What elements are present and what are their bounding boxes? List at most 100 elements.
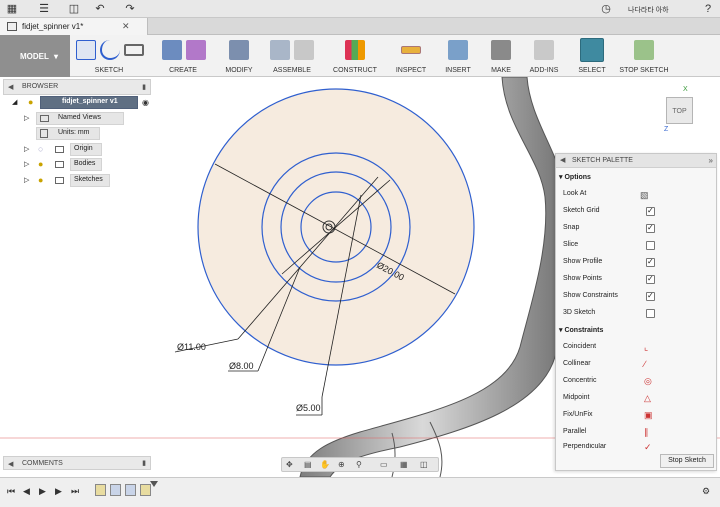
help-icon[interactable]: ?	[702, 3, 714, 15]
select-group[interactable]: SELECT	[574, 35, 610, 77]
constraint-fix-unfix[interactable]: Fix/UnFix ▣	[563, 410, 713, 423]
constraint-collinear[interactable]: Collinear ∕	[563, 359, 713, 372]
option-snap[interactable]: Snap	[563, 223, 713, 236]
expand-icon[interactable]: ▷	[24, 160, 29, 168]
constraints-section[interactable]: ▾ Constraints	[559, 326, 603, 334]
stop-sketch-group[interactable]: STOP SKETCH	[616, 35, 672, 77]
panel-toggle-icon[interactable]: ▮	[142, 459, 146, 467]
orbit-icon[interactable]: ✥	[286, 460, 293, 469]
construct-group[interactable]: CONSTRUCT	[328, 35, 382, 77]
parallel-icon[interactable]: ∥	[644, 427, 649, 438]
user-name[interactable]: 나다라타 아하	[628, 5, 669, 15]
constraint-perpendicular[interactable]: Perpendicular ✓	[563, 443, 713, 451]
play-icon[interactable]: ▶	[39, 486, 46, 497]
step-forward-icon[interactable]: ▶	[55, 486, 62, 497]
slice-checkbox[interactable]	[646, 241, 655, 250]
go-to-end-icon[interactable]: ⏭	[71, 486, 79, 497]
perpendicular-icon[interactable]: ✓	[644, 443, 652, 451]
timeline-feature-sketch[interactable]	[95, 484, 106, 496]
expand-panel-icon[interactable]: »	[709, 156, 713, 165]
browser-item-units[interactable]: Units: mm	[22, 127, 142, 140]
modify-group[interactable]: MODIFY	[218, 35, 260, 77]
expand-icon[interactable]: ◢	[12, 98, 17, 106]
grid-settings-icon[interactable]: ▦	[400, 460, 408, 469]
browser-item-named-views[interactable]: ▷ Named Views	[22, 112, 142, 125]
timeline-settings-icon[interactable]: ⚙	[702, 486, 710, 497]
document-tab[interactable]: fidjet_spinner v1* ✕	[0, 18, 148, 35]
collapse-icon[interactable]: ◀	[560, 156, 565, 164]
option-show-profile[interactable]: Show Profile	[563, 257, 713, 270]
expand-icon[interactable]: ▷	[24, 145, 29, 153]
insert-group[interactable]: INSERT	[438, 35, 478, 77]
browser-panel-header[interactable]: ◀ BROWSER ▮	[3, 79, 151, 95]
coincident-icon[interactable]: ⌞	[644, 342, 648, 353]
browser-item-origin[interactable]: ▷ ○ Origin	[22, 143, 142, 156]
concentric-icon[interactable]: ◎	[644, 376, 652, 387]
show-points-checkbox[interactable]	[646, 274, 655, 284]
viewports-icon[interactable]: ◫	[420, 460, 428, 469]
3d-sketch-checkbox[interactable]	[646, 309, 655, 318]
lightbulb-icon[interactable]: ●	[38, 159, 43, 169]
constraint-concentric[interactable]: Concentric ◎	[563, 376, 713, 389]
stop-sketch-button[interactable]: Stop Sketch	[660, 454, 714, 468]
lightbulb-icon[interactable]: ●	[38, 175, 43, 185]
options-section[interactable]: ▾ Options	[559, 173, 591, 181]
expand-icon[interactable]: ▷	[24, 176, 29, 184]
collinear-icon[interactable]: ∕	[644, 359, 646, 369]
browser-item-bodies[interactable]: ▷ ● Bodies	[22, 158, 142, 171]
zoom-window-icon[interactable]: ⚲	[356, 460, 362, 469]
comments-panel-header[interactable]: ◀ COMMENTS ▮	[3, 456, 151, 470]
constraint-parallel[interactable]: Parallel ∥	[563, 427, 713, 440]
create-group[interactable]: CREATE	[156, 35, 210, 77]
timeline-feature-extrude[interactable]	[125, 484, 136, 496]
browser-item-sketches[interactable]: ▷ ● Sketches	[22, 174, 142, 187]
option-3d-sketch[interactable]: 3D Sketch	[563, 309, 713, 321]
save-icon[interactable]: ◫	[68, 3, 80, 15]
show-profile-checkbox[interactable]	[646, 257, 655, 267]
pan-icon[interactable]: ✋	[320, 460, 330, 469]
grid-menu-icon[interactable]: ▦	[6, 3, 18, 15]
file-icon[interactable]: ☰	[38, 3, 50, 15]
viewcube[interactable]: TOP	[666, 97, 693, 124]
close-icon[interactable]: ✕	[122, 21, 130, 32]
lightbulb-icon[interactable]: ○	[38, 144, 43, 154]
collapse-icon[interactable]: ◀	[8, 460, 13, 468]
option-slice[interactable]: Slice	[563, 241, 713, 253]
constraint-midpoint[interactable]: Midpoint △	[563, 393, 713, 406]
clock-icon[interactable]: ◷	[600, 3, 612, 15]
sketch-group[interactable]: SKETCH	[72, 35, 146, 77]
expand-icon[interactable]: ▷	[24, 114, 29, 122]
add-ins-group[interactable]: ADD-INS	[524, 35, 564, 77]
make-group[interactable]: MAKE	[484, 35, 518, 77]
sketch-palette-header[interactable]: ◀ SKETCH PALETTE »	[556, 154, 716, 168]
dimension-5mm[interactable]: Ø5.00	[296, 403, 321, 413]
inspect-group[interactable]: INSPECT	[390, 35, 432, 77]
option-show-constraints[interactable]: Show Constraints	[563, 291, 713, 304]
option-look-at[interactable]: Look At ▧	[563, 190, 713, 202]
zoom-icon[interactable]: ⊕	[338, 460, 345, 469]
option-sketch-grid[interactable]: Sketch Grid	[563, 206, 713, 219]
panel-toggle-icon[interactable]: ▮	[142, 83, 146, 91]
show-constraints-checkbox[interactable]	[646, 291, 655, 301]
look-at-icon[interactable]: ▤	[304, 460, 312, 469]
snap-checkbox[interactable]	[646, 223, 655, 233]
workspace-switcher[interactable]: MODEL ▾	[0, 35, 70, 77]
go-to-start-icon[interactable]: ⏮	[7, 486, 15, 497]
assemble-group[interactable]: ASSEMBLE	[266, 35, 318, 77]
lock-icon[interactable]: ▣	[644, 410, 653, 421]
constraint-coincident[interactable]: Coincident ⌞	[563, 342, 713, 355]
browser-root-item[interactable]: ◢ ● fidjet_spinner v1 ◉	[12, 96, 152, 109]
midpoint-icon[interactable]: △	[644, 393, 651, 404]
display-settings-icon[interactable]: ▭	[380, 460, 388, 469]
dimension-8mm[interactable]: Ø8.00	[229, 361, 254, 371]
sketch-grid-checkbox[interactable]	[646, 206, 655, 216]
timeline-feature-extrude[interactable]	[110, 484, 121, 496]
timeline-marker-icon[interactable]	[150, 481, 158, 487]
collapse-icon[interactable]: ◀	[8, 83, 13, 91]
step-back-icon[interactable]: ◀	[23, 486, 30, 497]
undo-icon[interactable]: ↶	[94, 3, 106, 15]
dimension-11mm[interactable]: Ø11.00	[177, 342, 206, 352]
activate-radio-icon[interactable]: ◉	[142, 98, 149, 107]
redo-icon[interactable]: ↷	[124, 3, 136, 15]
look-at-icon[interactable]: ▧	[640, 190, 649, 201]
